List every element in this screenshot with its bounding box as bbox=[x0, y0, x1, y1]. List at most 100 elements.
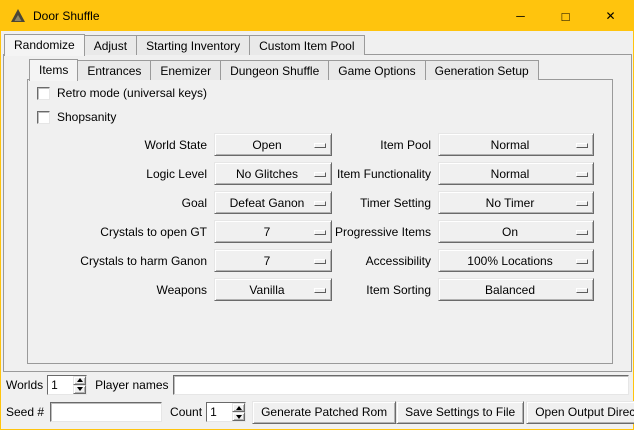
tab-randomize[interactable]: Randomize bbox=[4, 34, 85, 56]
retro-mode-label: Retro mode (universal keys) bbox=[57, 86, 207, 100]
minimize-button[interactable]: ─ bbox=[498, 1, 543, 31]
dropdown-indicator-icon bbox=[314, 201, 326, 206]
tab-entrances[interactable]: Entrances bbox=[77, 60, 151, 80]
open-output-directory-button[interactable]: Open Output Directory bbox=[526, 401, 634, 424]
tab-generation-setup[interactable]: Generation Setup bbox=[425, 60, 539, 80]
up-arrow-icon bbox=[236, 406, 242, 410]
dropdown-value: 7 bbox=[264, 225, 271, 239]
dropdown-indicator-icon bbox=[314, 172, 326, 177]
dropdown-value: No Glitches bbox=[236, 167, 298, 181]
weapons-label: Weapons bbox=[28, 283, 214, 297]
accessibility-label: Accessibility bbox=[332, 254, 438, 268]
dropdown-indicator-icon bbox=[576, 230, 588, 235]
item-pool-label: Item Pool bbox=[332, 138, 438, 152]
dropdown-indicator-icon bbox=[314, 288, 326, 293]
option-row: World State Open Item Pool Normal bbox=[28, 130, 614, 159]
dropdown-value: No Timer bbox=[486, 196, 535, 210]
worlds-spin-up-button[interactable] bbox=[73, 376, 86, 385]
goal-label: Goal bbox=[28, 196, 214, 210]
tab-adjust[interactable]: Adjust bbox=[84, 35, 137, 55]
crystals-gt-dropdown[interactable]: 7 bbox=[214, 220, 332, 243]
progressive-items-label: Progressive Items bbox=[332, 225, 438, 239]
down-arrow-icon bbox=[236, 415, 242, 419]
seed-row: Seed # Count Generate Patched Rom Save S… bbox=[6, 400, 629, 424]
retro-mode-checkbox[interactable] bbox=[37, 87, 50, 100]
dropdown-value: 7 bbox=[264, 254, 271, 268]
logic-level-label: Logic Level bbox=[28, 167, 214, 181]
count-spin-down-button[interactable] bbox=[232, 412, 245, 421]
dropdown-indicator-icon bbox=[314, 230, 326, 235]
worlds-spinner[interactable] bbox=[47, 375, 87, 395]
accessibility-dropdown[interactable]: 100% Locations bbox=[438, 249, 594, 272]
retro-mode-row: Retro mode (universal keys) bbox=[37, 86, 207, 100]
dropdown-indicator-icon bbox=[576, 259, 588, 264]
weapons-dropdown[interactable]: Vanilla bbox=[214, 278, 332, 301]
player-names-input[interactable] bbox=[173, 375, 630, 395]
timer-setting-label: Timer Setting bbox=[332, 196, 438, 210]
option-row: Logic Level No Glitches Item Functionali… bbox=[28, 159, 614, 188]
shopsanity-checkbox[interactable] bbox=[37, 111, 50, 124]
goal-dropdown[interactable]: Defeat Ganon bbox=[214, 191, 332, 214]
dropdown-indicator-icon bbox=[576, 201, 588, 206]
timer-setting-dropdown[interactable]: No Timer bbox=[438, 191, 594, 214]
logic-level-dropdown[interactable]: No Glitches bbox=[214, 162, 332, 185]
crystals-ganon-dropdown[interactable]: 7 bbox=[214, 249, 332, 272]
tab-game-options[interactable]: Game Options bbox=[328, 60, 425, 80]
maximize-icon: □ bbox=[562, 10, 570, 23]
world-state-dropdown[interactable]: Open bbox=[214, 133, 332, 156]
dropdown-value: 100% Locations bbox=[467, 254, 552, 268]
dropdown-value: Normal bbox=[491, 167, 530, 181]
item-pool-dropdown[interactable]: Normal bbox=[438, 133, 594, 156]
window-title: Door Shuffle bbox=[33, 9, 100, 23]
progressive-items-dropdown[interactable]: On bbox=[438, 220, 594, 243]
close-icon: ✕ bbox=[605, 10, 615, 22]
spin-arrows bbox=[73, 376, 86, 394]
titlebar[interactable]: Door Shuffle ─ □ ✕ bbox=[1, 1, 633, 31]
shopsanity-row: Shopsanity bbox=[37, 110, 116, 124]
minimize-icon: ─ bbox=[516, 10, 525, 22]
app-icon bbox=[10, 8, 26, 24]
tab-starting-inventory[interactable]: Starting Inventory bbox=[136, 35, 250, 55]
tab-dungeon-shuffle[interactable]: Dungeon Shuffle bbox=[220, 60, 329, 80]
item-sorting-label: Item Sorting bbox=[332, 283, 438, 297]
up-arrow-icon bbox=[77, 378, 83, 382]
count-spin-up-button[interactable] bbox=[232, 403, 245, 412]
option-row: Crystals to harm Ganon 7 Accessibility 1… bbox=[28, 246, 614, 275]
close-button[interactable]: ✕ bbox=[588, 1, 633, 31]
save-settings-button[interactable]: Save Settings to File bbox=[396, 401, 524, 424]
seed-input[interactable] bbox=[50, 402, 162, 422]
item-functionality-dropdown[interactable]: Normal bbox=[438, 162, 594, 185]
worlds-input[interactable] bbox=[48, 376, 73, 394]
options-grid: World State Open Item Pool Normal Logic … bbox=[28, 130, 614, 304]
tab-enemizer[interactable]: Enemizer bbox=[150, 60, 221, 80]
dropdown-value: Vanilla bbox=[249, 283, 284, 297]
dropdown-indicator-icon bbox=[576, 172, 588, 177]
player-names-label: Player names bbox=[95, 378, 168, 392]
item-functionality-label: Item Functionality bbox=[332, 167, 438, 181]
option-row: Crystals to open GT 7 Progressive Items … bbox=[28, 217, 614, 246]
maximize-button[interactable]: □ bbox=[543, 1, 588, 31]
dropdown-value: Defeat Ganon bbox=[230, 196, 305, 210]
dropdown-value: Balanced bbox=[485, 283, 535, 297]
inner-tabbar: Items Entrances Enemizer Dungeon Shuffle… bbox=[29, 58, 539, 80]
shopsanity-label: Shopsanity bbox=[57, 110, 116, 124]
worlds-spin-down-button[interactable] bbox=[73, 385, 86, 394]
seed-label: Seed # bbox=[6, 405, 44, 419]
count-label: Count bbox=[170, 405, 202, 419]
dropdown-indicator-icon bbox=[314, 259, 326, 264]
dropdown-indicator-icon bbox=[576, 143, 588, 148]
crystals-ganon-label: Crystals to harm Ganon bbox=[28, 254, 214, 268]
crystals-gt-label: Crystals to open GT bbox=[28, 225, 214, 239]
tab-items[interactable]: Items bbox=[29, 59, 78, 81]
dropdown-value: On bbox=[502, 225, 518, 239]
count-input[interactable] bbox=[207, 403, 232, 421]
tab-custom-item-pool[interactable]: Custom Item Pool bbox=[249, 35, 364, 55]
item-sorting-dropdown[interactable]: Balanced bbox=[438, 278, 594, 301]
option-row: Weapons Vanilla Item Sorting Balanced bbox=[28, 275, 614, 304]
count-spinner[interactable] bbox=[206, 402, 246, 422]
spin-arrows bbox=[232, 403, 245, 421]
dropdown-value: Normal bbox=[491, 138, 530, 152]
generate-patched-rom-button[interactable]: Generate Patched Rom bbox=[252, 401, 396, 424]
option-row: Goal Defeat Ganon Timer Setting No Timer bbox=[28, 188, 614, 217]
dropdown-indicator-icon bbox=[314, 143, 326, 148]
